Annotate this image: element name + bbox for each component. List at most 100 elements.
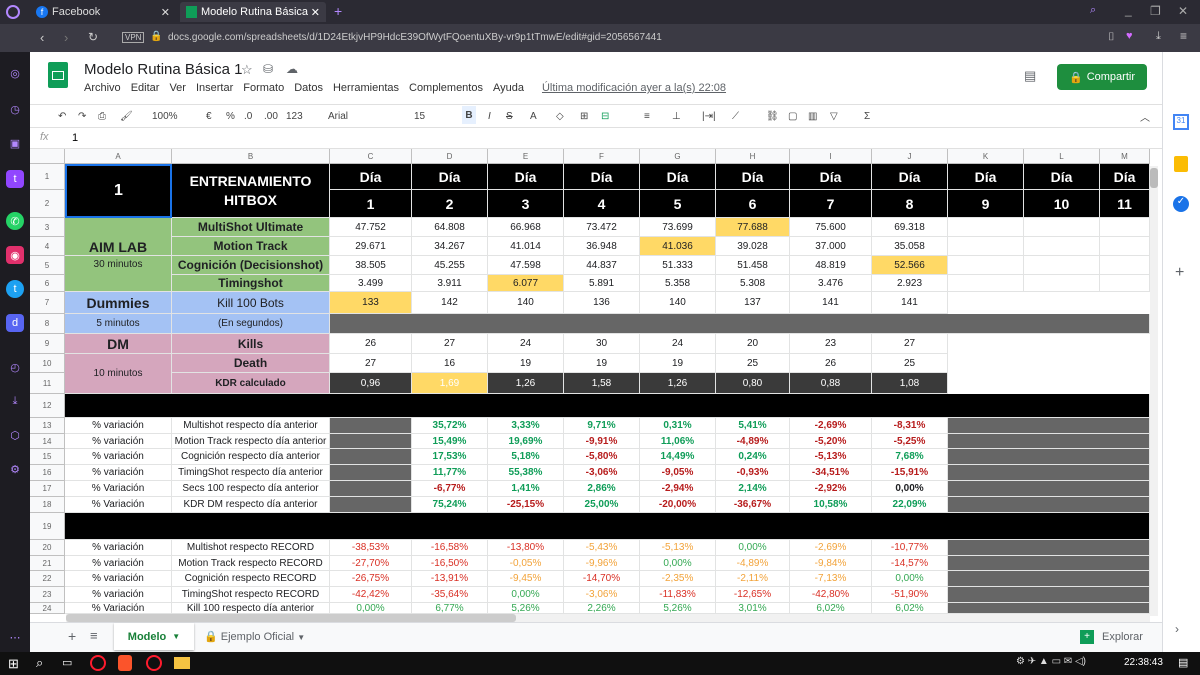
- day-number[interactable]: 4: [564, 190, 640, 218]
- record-value[interactable]: 5,26%: [640, 603, 716, 614]
- variation-value[interactable]: -34,51%: [790, 465, 872, 481]
- strikethrough-button[interactable]: S: [506, 108, 513, 124]
- record-value[interactable]: -51,90%: [872, 587, 948, 603]
- dm-duration[interactable]: 10 minutos: [65, 354, 172, 394]
- record-a-label[interactable]: % variación: [65, 540, 172, 556]
- record-value[interactable]: -16,50%: [412, 556, 488, 571]
- day-label[interactable]: Día: [1100, 164, 1150, 190]
- dummies-sub-label[interactable]: (En segundos): [172, 314, 330, 334]
- record-value[interactable]: -26,75%: [330, 571, 412, 587]
- variation-b-label[interactable]: TimingShot respecto día anterior: [172, 465, 330, 481]
- gamepad-icon[interactable]: ◎: [6, 64, 24, 82]
- maximize-button[interactable]: ❐: [1150, 4, 1161, 18]
- record-value[interactable]: -9,96%: [564, 556, 640, 571]
- variation-value[interactable]: -4,89%: [716, 434, 790, 449]
- aimlab-value[interactable]: 73.472: [564, 218, 640, 237]
- aimlab-label[interactable]: AIM LAB: [65, 218, 172, 256]
- menu-editar[interactable]: Editar: [131, 82, 160, 94]
- aimlab-value[interactable]: 29.671: [330, 237, 412, 256]
- variation-value[interactable]: -2,69%: [790, 418, 872, 434]
- variation-value[interactable]: -5,25%: [872, 434, 948, 449]
- empty-cell[interactable]: [1024, 237, 1100, 256]
- variation-value[interactable]: -20,00%: [640, 497, 716, 513]
- dm-death-value[interactable]: 19: [488, 354, 564, 373]
- valign-icon[interactable]: ⊥: [672, 108, 681, 124]
- record-value[interactable]: -12,65%: [716, 587, 790, 603]
- day-number[interactable]: 5: [640, 190, 716, 218]
- sheet-tab-ejemplo[interactable]: 🔒 Ejemplo Oficial ▼: [204, 630, 305, 643]
- variation-value[interactable]: 17,53%: [412, 449, 488, 465]
- percent-button[interactable]: %: [226, 108, 235, 124]
- day-label[interactable]: Día: [716, 164, 790, 190]
- record-value[interactable]: 0,00%: [640, 556, 716, 571]
- dummies-value[interactable]: 140: [488, 292, 564, 314]
- record-b-label[interactable]: Cognición respecto RECORD: [172, 571, 330, 587]
- italic-button[interactable]: I: [488, 108, 491, 124]
- record-value[interactable]: -2,35%: [640, 571, 716, 587]
- align-icon[interactable]: ≡: [644, 108, 650, 124]
- variation-value[interactable]: 5,41%: [716, 418, 790, 434]
- aimlab-value[interactable]: 37.000: [790, 237, 872, 256]
- more-icon[interactable]: ⋯: [6, 628, 24, 646]
- chart-icon[interactable]: ▥: [808, 108, 817, 124]
- dummies-value[interactable]: 141: [872, 292, 948, 314]
- empty-cell[interactable]: [1024, 218, 1100, 237]
- fill-color-icon[interactable]: ◇: [556, 108, 564, 124]
- row-header[interactable]: 6: [30, 275, 65, 292]
- tasks-icon[interactable]: ✓: [1173, 196, 1189, 212]
- row-header[interactable]: 22: [30, 571, 65, 587]
- zoom-select[interactable]: 100%: [152, 108, 178, 124]
- record-value[interactable]: -7,13%: [790, 571, 872, 587]
- empty-cell[interactable]: [1024, 275, 1100, 292]
- menu-ver[interactable]: Ver: [169, 82, 186, 94]
- camera-icon[interactable]: ⌷: [1108, 31, 1115, 44]
- dm-kdr-value[interactable]: 1,26: [640, 373, 716, 394]
- record-value[interactable]: 5,26%: [488, 603, 564, 614]
- menu-icon[interactable]: ≡: [1180, 29, 1187, 43]
- record-value[interactable]: -9,84%: [790, 556, 872, 571]
- row-header[interactable]: 20: [30, 540, 65, 556]
- dummies-value[interactable]: 137: [716, 292, 790, 314]
- record-b-label[interactable]: TimingShot respecto RECORD: [172, 587, 330, 603]
- record-a-label[interactable]: % Variación: [65, 603, 172, 614]
- empty-cell[interactable]: [948, 275, 1024, 292]
- variation-value[interactable]: [330, 497, 412, 513]
- record-value[interactable]: 0,00%: [716, 540, 790, 556]
- variation-value[interactable]: 1,41%: [488, 481, 564, 497]
- collapse-toolbar-icon[interactable]: ︿: [1140, 108, 1150, 124]
- record-value[interactable]: -42,80%: [790, 587, 872, 603]
- day-label[interactable]: Día: [948, 164, 1024, 190]
- day-label[interactable]: Día: [1024, 164, 1100, 190]
- aimlab-value[interactable]: 44.837: [564, 256, 640, 275]
- aimlab-value[interactable]: 5.891: [564, 275, 640, 292]
- variation-value[interactable]: [330, 465, 412, 481]
- increase-decimal-button[interactable]: .00: [264, 108, 278, 124]
- row-header[interactable]: 7: [30, 292, 65, 314]
- day-number[interactable]: 2: [412, 190, 488, 218]
- variation-b-label[interactable]: Secs 100 respecto día anterior: [172, 481, 330, 497]
- variation-value[interactable]: 22,09%: [872, 497, 948, 513]
- record-value[interactable]: 0,00%: [330, 603, 412, 614]
- column-header[interactable]: M: [1100, 149, 1150, 164]
- row-header[interactable]: 1: [30, 164, 65, 190]
- row-header[interactable]: 16: [30, 465, 65, 481]
- menu-formato[interactable]: Formato: [243, 82, 284, 94]
- day-label[interactable]: Día: [790, 164, 872, 190]
- variation-value[interactable]: -9,91%: [564, 434, 640, 449]
- clock[interactable]: 22:38:43: [1124, 657, 1163, 668]
- downloads-icon[interactable]: ⤓: [6, 392, 24, 410]
- dm-death-label[interactable]: Death: [172, 354, 330, 373]
- variation-value[interactable]: 19,69%: [488, 434, 564, 449]
- record-value[interactable]: -14,70%: [564, 571, 640, 587]
- discord-icon[interactable]: d: [6, 314, 24, 332]
- record-value[interactable]: -2,11%: [716, 571, 790, 587]
- column-header[interactable]: K: [948, 149, 1024, 164]
- record-value[interactable]: -5,13%: [640, 540, 716, 556]
- empty-cell[interactable]: [1100, 218, 1150, 237]
- row-header[interactable]: 4: [30, 237, 65, 256]
- add-sheet-icon[interactable]: +: [68, 628, 76, 644]
- variation-value[interactable]: -0,93%: [716, 465, 790, 481]
- row-header[interactable]: 19: [30, 513, 65, 540]
- row-header[interactable]: 13: [30, 418, 65, 434]
- variation-a-label[interactable]: % Variación: [65, 497, 172, 513]
